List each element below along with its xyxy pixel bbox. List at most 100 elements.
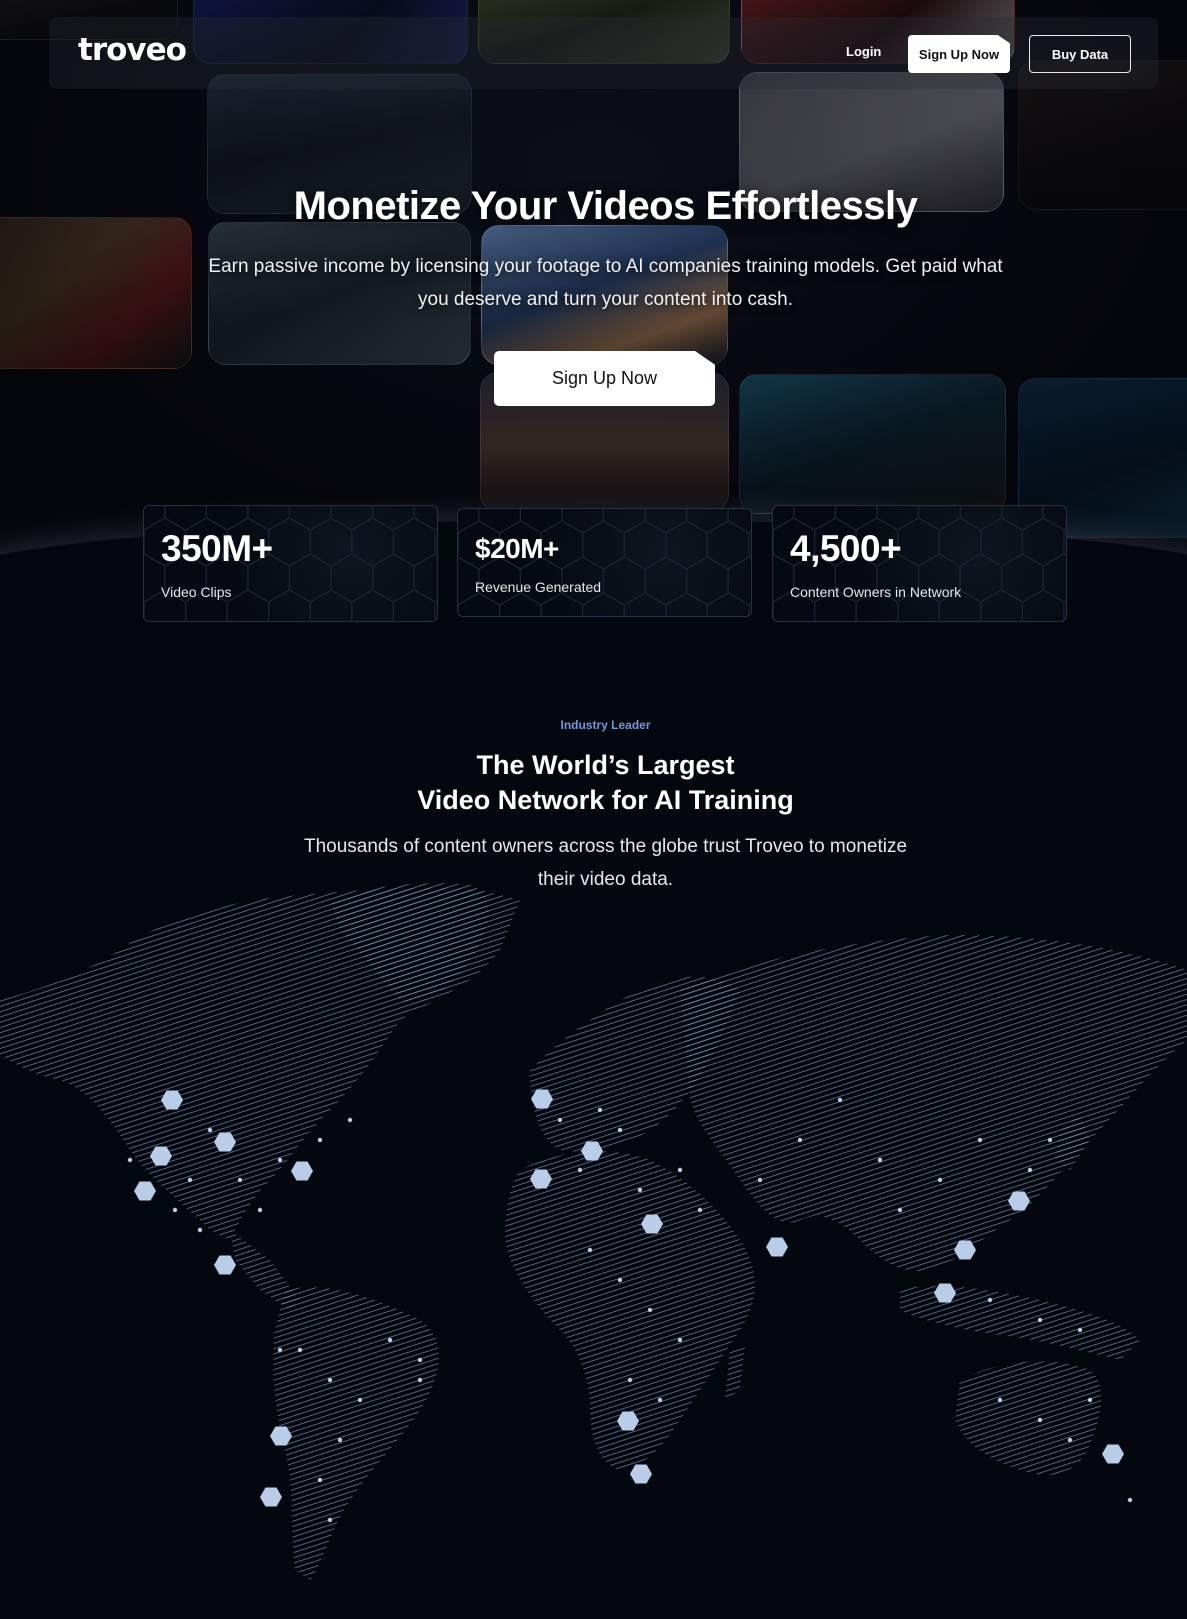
troveo-logo[interactable]: troveo — [78, 32, 187, 68]
hex-cell — [1021, 589, 1065, 621]
network-node-dot — [657, 1397, 663, 1403]
hex-cell — [623, 592, 667, 616]
network-node-dot — [327, 1377, 333, 1383]
network-node-dot — [557, 1117, 563, 1123]
hex-cell — [458, 592, 501, 616]
hex-cell — [665, 592, 708, 616]
hex-cell — [1063, 600, 1066, 621]
southeast-asia-shape — [900, 1285, 1140, 1360]
hex-cell — [644, 556, 688, 606]
stat-card-revenue: $20M+ Revenue Generated — [457, 508, 752, 617]
hex-cell — [392, 589, 436, 621]
network-node-dot — [587, 1247, 593, 1253]
network-node-dot — [677, 1167, 683, 1173]
network-node-dot — [1047, 1137, 1053, 1143]
hex-cell — [330, 553, 374, 603]
network-node-dot — [327, 1517, 333, 1523]
nav-sign-up-button[interactable]: Sign Up Now — [908, 35, 1010, 73]
hex-cell — [727, 556, 751, 606]
video-thumbnail — [0, 217, 192, 369]
network-node-dot — [417, 1377, 423, 1383]
network-node-dot — [1027, 1167, 1033, 1173]
hex-cell — [917, 506, 961, 531]
network-hub-marker — [214, 1255, 236, 1275]
network-node-dot — [257, 1207, 263, 1213]
buy-data-button[interactable]: Buy Data — [1029, 35, 1131, 73]
hex-cell — [686, 509, 729, 534]
stat-value: $20M+ — [475, 533, 559, 564]
network-node-dot — [627, 1377, 633, 1383]
hex-cell — [330, 506, 374, 531]
stat-label: Video Clips — [161, 584, 232, 600]
network-node-dot — [977, 1137, 983, 1143]
hex-cell — [540, 592, 584, 616]
south-america-shape — [273, 1287, 439, 1580]
hex-cell — [959, 506, 1003, 531]
hex-cell — [706, 592, 750, 616]
hex-cell — [959, 553, 1003, 603]
hex-cell — [773, 506, 795, 531]
hex-cell — [434, 600, 437, 621]
hex-cell — [1042, 506, 1066, 531]
hex-cell — [727, 509, 751, 534]
hex-cell — [309, 517, 353, 567]
stat-card-content-owners: 4,500+ Content Owners in Network — [772, 505, 1067, 622]
hex-cell — [498, 592, 542, 616]
continents — [0, 883, 1187, 1580]
world-map — [0, 883, 1187, 1580]
login-link[interactable]: Login — [846, 44, 881, 59]
network-node-dot — [877, 1157, 883, 1163]
network-node-dot — [237, 1177, 243, 1183]
network-hub-marker — [134, 1181, 156, 1201]
hex-cell — [686, 556, 729, 606]
network-node-dot — [677, 1337, 683, 1343]
hex-cell — [602, 556, 646, 606]
hex-cell — [351, 589, 394, 621]
stat-value: 4,500+ — [790, 528, 902, 569]
network-node-dot — [837, 1097, 843, 1103]
network-node-dot — [617, 1127, 623, 1133]
network-node-dot — [1067, 1437, 1073, 1443]
hex-cell — [582, 592, 625, 616]
stat-value: 350M+ — [161, 528, 273, 569]
hex-cell — [897, 517, 940, 567]
section-title: The World’s Largest Video Network for AI… — [0, 748, 1187, 818]
hex-cell — [413, 553, 437, 603]
network-node-dot — [1037, 1417, 1043, 1423]
network-hub-marker — [766, 1237, 788, 1257]
network-node-dot — [127, 1157, 133, 1163]
network-node-dot — [647, 1307, 653, 1313]
hex-cell — [980, 517, 1023, 567]
network-node-dot — [357, 1397, 363, 1403]
network-node-dot — [347, 1117, 353, 1123]
network-node-dot — [1087, 1397, 1093, 1403]
hex-cell — [309, 589, 353, 621]
hex-cell — [793, 506, 837, 531]
hex-cell — [748, 603, 751, 616]
hex-cell — [748, 531, 751, 559]
network-hub-marker — [291, 1161, 313, 1181]
hero-subtitle: Earn passive income by licensing your fo… — [208, 256, 1003, 310]
hex-cell — [288, 506, 332, 531]
hex-cell — [478, 509, 522, 534]
hex-cell — [876, 506, 920, 531]
network-node-dot — [277, 1347, 283, 1353]
hex-cell — [644, 509, 688, 534]
hex-cell — [834, 506, 878, 531]
network-node-dot — [317, 1477, 323, 1483]
hex-cell — [268, 589, 311, 621]
hex-cell — [164, 506, 208, 531]
hex-cell — [1042, 553, 1066, 603]
hex-cell — [144, 506, 166, 531]
network-hub-marker — [630, 1464, 652, 1484]
hex-cell — [665, 520, 708, 570]
network-node-dot — [637, 1187, 643, 1193]
network-node-dot — [172, 1207, 178, 1213]
network-node-dot — [297, 1347, 303, 1353]
hex-cell — [602, 509, 646, 534]
hero-title: Monetize Your Videos Effortlessly — [293, 184, 918, 228]
network-hub-marker — [1102, 1444, 1124, 1464]
network-node-dot — [207, 1127, 213, 1133]
hex-cell — [1001, 506, 1044, 531]
hero-sign-up-button[interactable]: Sign Up Now — [494, 351, 715, 406]
